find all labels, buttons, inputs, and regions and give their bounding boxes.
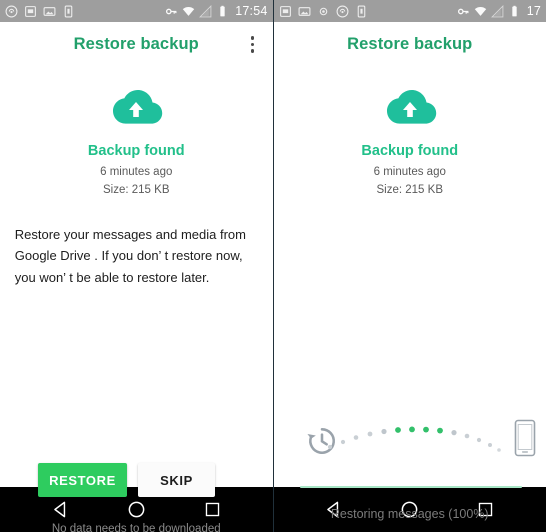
cloud-upload-icon: [380, 83, 440, 129]
right-phone-screen: 17 Restore backup Backup found 6 minutes…: [272, 0, 546, 532]
home-circle-icon[interactable]: [119, 493, 153, 527]
sd-card-icon: [355, 5, 368, 18]
smartphone-icon: [513, 419, 537, 457]
sd-card-icon: [62, 5, 75, 18]
left-phone-screen: 17:54 Restore backup Backup found 6 minu…: [0, 0, 273, 532]
left-status-icons-right: 17:54: [165, 4, 267, 18]
backup-size: Size: 215 KB: [103, 183, 170, 196]
vpn-key-icon: [457, 5, 470, 18]
dual-screenshot-container: 17:54 Restore backup Backup found 6 minu…: [0, 0, 546, 532]
image-icon: [298, 5, 311, 18]
image-icon: [43, 5, 56, 18]
right-app-bar: Restore backup: [273, 22, 546, 67]
left-app-bar: Restore backup: [0, 22, 273, 67]
left-content: Backup found 6 minutes ago Size: 215 KB …: [0, 67, 273, 532]
action-button-row: RESTORE SKIP: [38, 463, 215, 497]
right-status-clock: 17: [526, 4, 541, 18]
backup-time-ago: 6 minutes ago: [100, 166, 173, 178]
vpn-key-icon: [165, 5, 178, 18]
battery-icon: [508, 5, 521, 18]
right-status-icons-right: 17: [457, 4, 541, 18]
left-status-bar: 17:54: [0, 0, 273, 22]
restore-button[interactable]: RESTORE: [38, 463, 127, 497]
battery-icon: [216, 5, 229, 18]
dot-icon: [317, 5, 330, 18]
backup-size: Size: 215 KB: [376, 183, 443, 196]
wifi-icon: [474, 5, 487, 18]
sim-card-icon: [24, 5, 37, 18]
restore-status-text: Restoring messages (100%): [330, 507, 489, 521]
page-title: Restore backup: [73, 35, 199, 53]
skip-button[interactable]: SKIP: [138, 463, 215, 497]
sync-icon: [336, 5, 349, 18]
restore-progress-animation: [274, 415, 546, 475]
sync-icon: [5, 5, 18, 18]
signal-icon: [199, 4, 212, 18]
page-title: Restore backup: [347, 35, 473, 53]
sim-card-icon: [279, 5, 292, 18]
left-status-icons-left: [5, 5, 165, 18]
backup-found-heading: Backup found: [361, 143, 459, 159]
no-data-footnote: No data needs to be downloaded: [51, 523, 221, 532]
restore-description: Restore your messages and media from Goo…: [14, 227, 246, 285]
wifi-icon: [182, 5, 195, 18]
progress-bar-line: [299, 486, 522, 488]
cloud-upload-icon: [106, 83, 166, 129]
more-vert-icon[interactable]: [243, 33, 263, 57]
back-triangle-icon[interactable]: [43, 493, 77, 527]
backup-time-ago: 6 minutes ago: [373, 166, 446, 178]
right-status-icons-left: [279, 5, 457, 18]
signal-icon: [490, 4, 504, 18]
backup-found-heading: Backup found: [87, 143, 185, 159]
left-status-clock: 17:54: [235, 4, 268, 18]
right-status-bar: 17: [273, 0, 546, 22]
progress-dot-arc: [327, 426, 501, 452]
right-content: Backup found 6 minutes ago Size: 215 KB: [274, 67, 546, 521]
recents-square-icon[interactable]: [195, 493, 229, 527]
